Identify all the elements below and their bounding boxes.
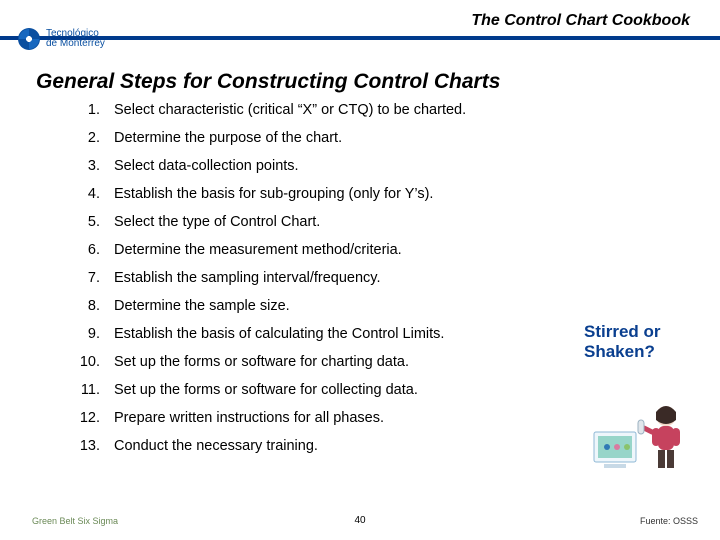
list-item: 8. Determine the sample size. [72, 298, 720, 314]
step-text: Set up the forms or software for collect… [114, 382, 720, 398]
step-text: Select characteristic (critical “X” or C… [114, 102, 720, 118]
step-text: Establish the sampling interval/frequenc… [114, 270, 720, 286]
slide-title: General Steps for Constructing Control C… [36, 70, 720, 94]
list-item: 1. Select characteristic (critical “X” or… [72, 102, 720, 118]
step-number: 8. [72, 298, 100, 314]
page-number: 40 [354, 515, 365, 526]
header: The Control Chart Cookbook Tecnológico d… [0, 0, 720, 54]
step-text: Determine the measurement method/criteri… [114, 242, 720, 258]
step-number: 10. [72, 354, 100, 370]
callout-text: Stirred or Shaken? [584, 322, 696, 362]
list-item: 2. Determine the purpose of the chart. [72, 130, 720, 146]
footer-source: Fuente: OSSS [640, 516, 698, 526]
footer-left: Green Belt Six Sigma [32, 516, 118, 526]
step-number: 1. [72, 102, 100, 118]
list-item: 7. Establish the sampling interval/freque… [72, 270, 720, 286]
step-number: 3. [72, 158, 100, 174]
step-number: 12. [72, 410, 100, 426]
step-number: 4. [72, 186, 100, 202]
list-item: 5. Select the type of Control Chart. [72, 214, 720, 230]
org-logo-text: Tecnológico de Monterrey [46, 29, 105, 49]
step-text: Select data-collection points. [114, 158, 720, 174]
org-logo-icon [18, 28, 40, 50]
step-number: 11. [72, 382, 100, 398]
header-divider [0, 36, 720, 40]
step-number: 2. [72, 130, 100, 146]
step-number: 7. [72, 270, 100, 286]
list-item: 6. Determine the measurement method/crite… [72, 242, 720, 258]
list-item: 4. Establish the basis for sub-grouping (… [72, 186, 720, 202]
header-title: The Control Chart Cookbook [471, 12, 690, 30]
step-number: 5. [72, 214, 100, 230]
illustration-icon [592, 398, 692, 474]
step-number: 9. [72, 326, 100, 342]
step-text: Determine the purpose of the chart. [114, 130, 720, 146]
org-logo-line2: de Monterrey [46, 39, 105, 49]
list-item: 3. Select data-collection points. [72, 158, 720, 174]
step-text: Determine the sample size. [114, 298, 720, 314]
step-number: 6. [72, 242, 100, 258]
step-number: 13. [72, 438, 100, 454]
step-text: Select the type of Control Chart. [114, 214, 720, 230]
org-logo: Tecnológico de Monterrey [18, 28, 105, 50]
list-item: 11. Set up the forms or software for coll… [72, 382, 720, 398]
step-text: Establish the basis for sub-grouping (on… [114, 186, 720, 202]
